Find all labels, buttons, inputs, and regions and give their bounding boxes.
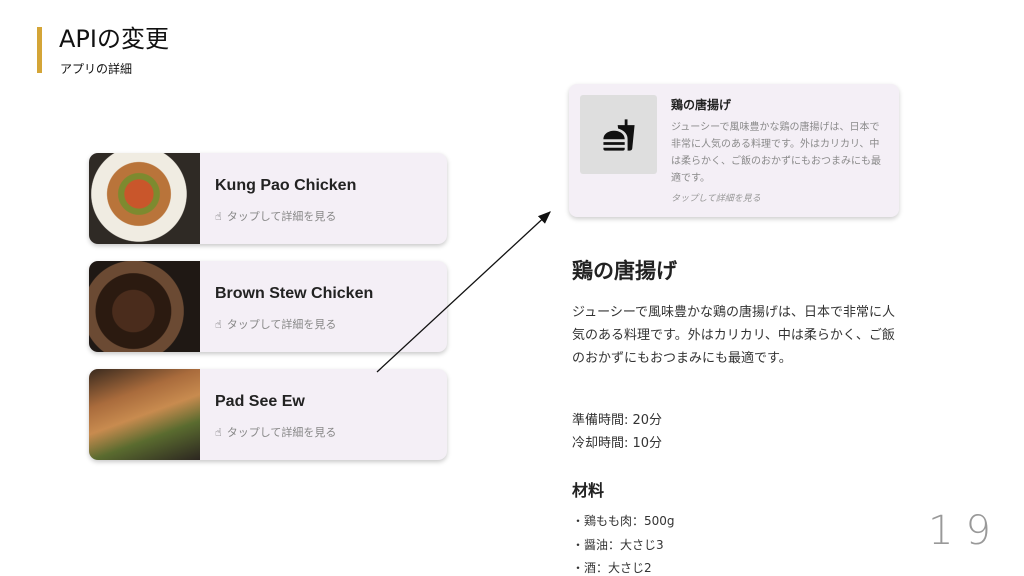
fastfood-icon <box>602 118 635 151</box>
ingredients-heading: 材料 <box>572 481 605 500</box>
preview-description: ジューシーで風味豊かな鶏の唐揚げは、日本で非常に人気のある料理です。外はカリカリ… <box>671 122 881 184</box>
preview-title: 鶏の唐揚げ <box>671 98 732 112</box>
detail-title: 鶏の唐揚げ <box>572 259 677 283</box>
preview-card[interactable]: 鶏の唐揚げ ジューシーで風味豊かな鶏の唐揚げは、日本で非常に人気のある料理です。… <box>569 84 899 217</box>
ingredient-item: ・鶏もも肉：500g <box>572 514 675 528</box>
preview-tap-hint: タップして詳細を見る <box>671 194 761 204</box>
prep-time: 準備時間: 20分 <box>572 413 663 428</box>
preview-image <box>580 95 657 174</box>
cool-time: 冷却時間: 10分 <box>572 436 663 451</box>
ingredient-item: ・醤油：大さじ3 <box>572 538 664 552</box>
detail-description: ジューシーで風味豊かな鶏の唐揚げは、日本で非常に人気のある料理です。外はカリカリ… <box>572 305 896 366</box>
ingredient-item: ・酒：大さじ2 <box>572 561 652 575</box>
page-number: 19 <box>928 508 1003 554</box>
